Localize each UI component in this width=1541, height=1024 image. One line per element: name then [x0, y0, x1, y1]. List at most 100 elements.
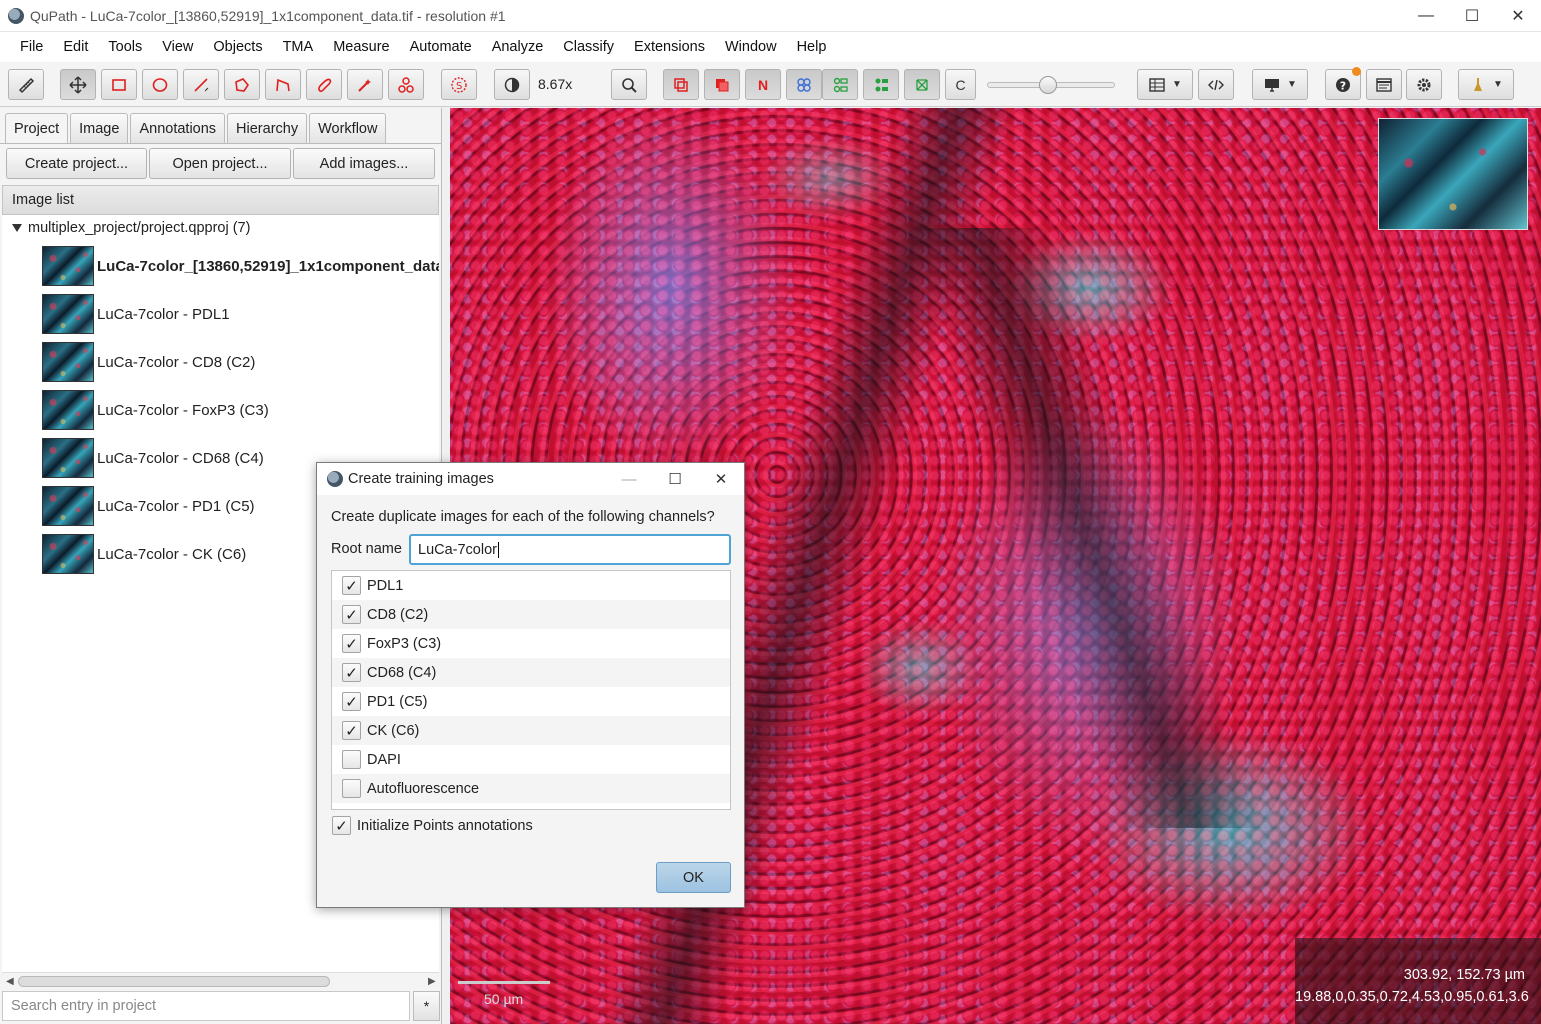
tab-image[interactable]: Image — [70, 113, 129, 143]
channel-checkbox[interactable]: ✓ — [342, 634, 361, 653]
line-tool-button[interactable] — [183, 69, 219, 100]
show-connections-button[interactable] — [904, 69, 940, 100]
channel-row[interactable]: ✓ CK (C6) — [332, 716, 730, 745]
channel-row[interactable]: ✓ PD1 (C5) — [332, 687, 730, 716]
qupath-logo-icon — [327, 471, 343, 487]
extensions-dropdown[interactable]: ▼ — [1458, 69, 1514, 100]
channel-row[interactable]: ✓ FoxP3 (C3) — [332, 629, 730, 658]
menu-help[interactable]: Help — [787, 39, 837, 55]
list-item-label: LuCa-7color_[13860,52919]_1x1component_d… — [97, 257, 439, 275]
tab-annotations[interactable]: Annotations — [130, 113, 226, 143]
fill-annotations-button[interactable] — [704, 69, 740, 100]
open-project-button[interactable]: Open project... — [149, 148, 291, 179]
menu-edit[interactable]: Edit — [53, 39, 98, 55]
menu-window[interactable]: Window — [715, 39, 787, 55]
brush-tool-button[interactable] — [306, 69, 342, 100]
dialog-minimize-button[interactable]: — — [606, 463, 652, 495]
brightness-contrast-button[interactable] — [494, 69, 530, 100]
fill-detections-button[interactable] — [863, 69, 899, 100]
root-name-input[interactable]: LuCa-7color — [409, 534, 731, 565]
project-root-node[interactable]: multiplex_project/project.qpproj (7) — [12, 220, 250, 236]
menu-analyze[interactable]: Analyze — [482, 39, 554, 55]
image-thumbnail — [42, 438, 94, 478]
channel-row[interactable]: ✓ CD68 (C4) — [332, 658, 730, 687]
measurement-table-dropdown[interactable]: ▼ — [1137, 69, 1193, 100]
close-button[interactable]: ✕ — [1495, 0, 1541, 32]
overview-thumbnail[interactable] — [1378, 118, 1528, 230]
log-viewer-button[interactable] — [1366, 69, 1402, 100]
points-tool-button[interactable] — [388, 69, 424, 100]
channel-row[interactable]: DAPI — [332, 745, 730, 774]
dialog-close-button[interactable]: ✕ — [698, 463, 744, 495]
list-item[interactable]: LuCa-7color_[13860,52919]_1x1component_d… — [42, 244, 439, 288]
expand-triangle-icon[interactable] — [12, 224, 22, 232]
menu-file[interactable]: File — [10, 39, 53, 55]
show-names-button[interactable]: N — [745, 69, 781, 100]
search-options-button[interactable]: * — [413, 991, 440, 1021]
menu-tools[interactable]: Tools — [98, 39, 152, 55]
svg-text:?: ? — [1340, 79, 1346, 92]
rectangle-tool-button[interactable] — [101, 69, 137, 100]
preferences-button[interactable] — [1406, 69, 1442, 100]
fill-detections-icon — [875, 78, 888, 91]
channel-row[interactable]: Autofluorescence — [332, 774, 730, 803]
opacity-slider-knob[interactable] — [1039, 76, 1057, 94]
menu-measure[interactable]: Measure — [323, 39, 399, 55]
list-item-label: LuCa-7color - CD8 (C2) — [97, 353, 256, 371]
show-annotations-button[interactable] — [663, 69, 699, 100]
list-item[interactable]: LuCa-7color - CD8 (C2) — [42, 340, 439, 384]
move-tool-button[interactable] — [60, 69, 96, 100]
menu-automate[interactable]: Automate — [400, 39, 482, 55]
channel-checkbox[interactable] — [342, 779, 361, 798]
create-project-button[interactable]: Create project... — [6, 148, 147, 179]
show-detections-button[interactable] — [822, 69, 858, 100]
menu-tma[interactable]: TMA — [273, 39, 324, 55]
channel-row[interactable]: ✓ CD8 (C2) — [332, 600, 730, 629]
zoom-to-fit-button[interactable] — [611, 69, 647, 100]
add-images-button[interactable]: Add images... — [293, 148, 435, 179]
initialize-points-label: Initialize Points annotations — [357, 817, 533, 834]
contrast-icon — [504, 77, 520, 92]
channel-checkbox[interactable]: ✓ — [342, 692, 361, 711]
image-thumbnail — [42, 246, 94, 286]
channel-checkbox[interactable]: ✓ — [342, 605, 361, 624]
channel-checkbox[interactable]: ✓ — [342, 721, 361, 740]
tab-workflow[interactable]: Workflow — [309, 113, 387, 143]
dialog-maximize-button[interactable]: ☐ — [652, 463, 698, 495]
script-editor-button[interactable] — [1198, 69, 1234, 100]
list-item[interactable]: LuCa-7color - PDL1 — [42, 292, 439, 336]
horizontal-scrollbar[interactable]: ◀ ▶ — [2, 972, 439, 989]
initialize-points-option[interactable]: ✓ Initialize Points annotations — [332, 816, 533, 835]
ellipse-tool-button[interactable] — [142, 69, 178, 100]
show-channel-button[interactable]: C — [945, 69, 976, 100]
maximize-button[interactable]: ☐ — [1449, 0, 1495, 32]
initialize-points-checkbox[interactable]: ✓ — [332, 816, 351, 835]
polygon-tool-button[interactable] — [224, 69, 260, 100]
scroll-left-icon[interactable]: ◀ — [6, 976, 14, 987]
wand-tool-button[interactable] — [347, 69, 383, 100]
view-mode-dropdown[interactable]: ▼ — [1252, 69, 1308, 100]
channel-checkbox[interactable] — [342, 750, 361, 769]
tab-hierarchy[interactable]: Hierarchy — [227, 113, 308, 143]
scroll-right-icon[interactable]: ▶ — [428, 976, 436, 987]
polyline-tool-button[interactable] — [265, 69, 301, 100]
selection-mode-button[interactable]: S — [441, 69, 477, 100]
create-training-images-dialog: Create training images — ☐ ✕ Create dupl… — [316, 462, 745, 908]
project-button-row: Create project... Open project... Add im… — [6, 148, 437, 179]
minimize-button[interactable]: — — [1403, 0, 1449, 32]
channel-row[interactable]: ✓ PDL1 — [332, 571, 730, 600]
search-entry-input[interactable]: Search entry in project — [2, 991, 410, 1021]
show-tma-grid-button[interactable] — [786, 69, 822, 100]
menu-objects[interactable]: Objects — [203, 39, 272, 55]
menu-classify[interactable]: Classify — [553, 39, 624, 55]
channel-label: CD8 (C2) — [367, 606, 429, 623]
scrollbar-thumb[interactable] — [18, 976, 330, 987]
tab-project[interactable]: Project — [5, 113, 69, 143]
menu-view[interactable]: View — [152, 39, 203, 55]
channel-checkbox[interactable]: ✓ — [342, 663, 361, 682]
analysis-pane-toggle-button[interactable] — [8, 69, 44, 100]
list-item[interactable]: LuCa-7color - FoxP3 (C3) — [42, 388, 439, 432]
channel-checkbox[interactable]: ✓ — [342, 576, 361, 595]
ok-button[interactable]: OK — [656, 862, 731, 893]
menu-extensions[interactable]: Extensions — [624, 39, 715, 55]
